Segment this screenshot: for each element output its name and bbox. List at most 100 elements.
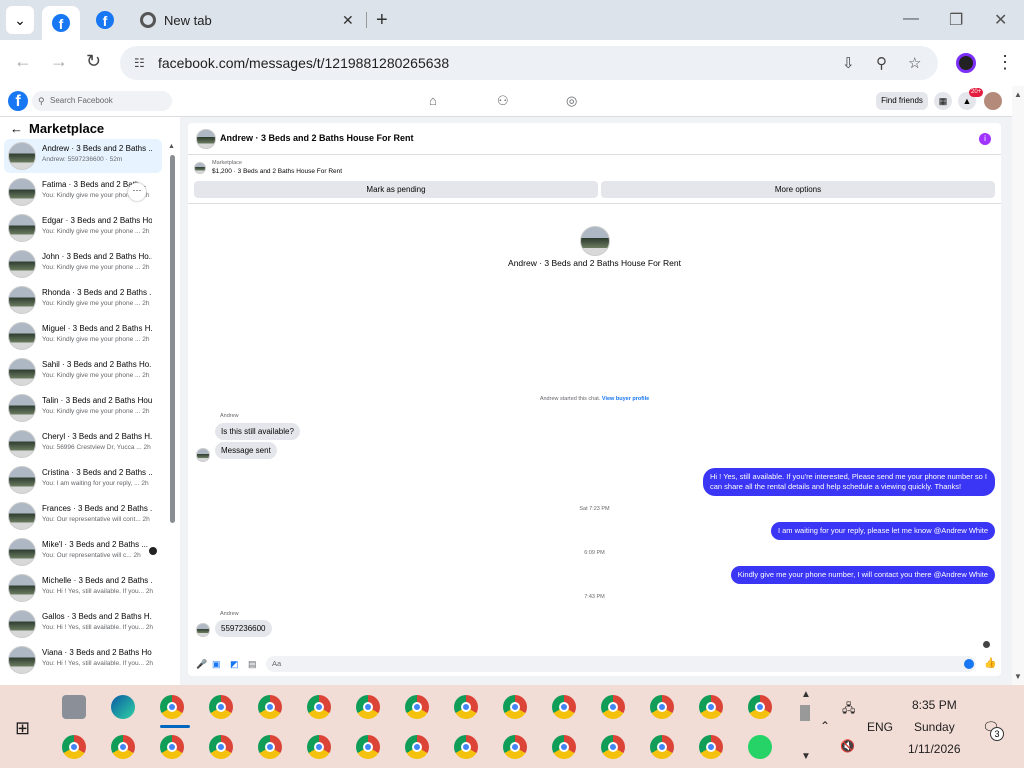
chrome-app-icon[interactable] [307,735,331,759]
clock-time[interactable]: 8:35 PM [912,698,957,712]
chrome-app-icon[interactable] [503,735,527,759]
site-info-icon[interactable]: ☷ [134,56,145,70]
conversation-list-item[interactable]: Frances · 3 Beds and 2 Baths ... You: Our… [4,499,162,533]
message-input[interactable]: Aa [266,656,976,672]
sender-avatar[interactable] [196,448,210,462]
restore-button[interactable]: ❐ [949,10,963,30]
language-indicator[interactable]: ENG [867,720,893,734]
new-tab-button[interactable]: + [376,9,388,32]
microphone-icon[interactable]: 🎤 [196,659,207,670]
chrome-app-icon[interactable] [454,695,478,719]
friends-icon[interactable]: ⚇ [497,93,509,109]
outgoing-message[interactable]: Kindly give me your phone number, I will… [730,566,995,584]
conversation-list-item[interactable]: Talin · 3 Beds and 2 Baths Hou... You: Ki… [4,391,162,425]
chrome-app-icon[interactable] [405,735,429,759]
conversation-list-item[interactable]: Fatima · 3 Beds and 2 Bath... You: Kindly… [4,175,162,209]
groups-icon[interactable]: ◎ [566,93,577,109]
conversation-list-item[interactable]: Edgar · 3 Beds and 2 Baths Ho... You: Kin… [4,211,162,245]
incoming-message[interactable]: Is this still available? [215,423,300,440]
chrome-app-icon[interactable] [307,695,331,719]
zoom-icon[interactable]: ⚲ [876,54,887,72]
outgoing-message[interactable]: I am waiting for your reply, please let … [770,522,995,540]
chrome-app-icon[interactable] [160,735,184,759]
back-arrow-icon[interactable]: ← [10,121,23,136]
conversation-list-item[interactable]: Miguel · 3 Beds and 2 Baths H... You: Kin… [4,319,162,353]
scroll-up-icon[interactable]: ▲ [168,143,175,150]
chevron-down-icon[interactable]: ▼ [801,751,811,762]
mark-as-pending-button[interactable]: Mark as pending [194,181,598,198]
incoming-message[interactable]: Message sent [215,442,277,459]
chrome-app-icon[interactable] [650,695,674,719]
like-thumb-icon[interactable]: 👍 [984,658,996,669]
sticker-icon[interactable]: ◩ [230,659,239,670]
edge-browser-icon[interactable] [111,695,135,719]
chat-title[interactable]: Andrew · 3 Beds and 2 Baths House For Re… [220,133,414,143]
back-button[interactable]: ← [14,51,32,72]
minimize-button[interactable]: — [903,10,919,28]
chrome-app-icon[interactable] [62,735,86,759]
page-scrollbar[interactable]: ▲ ▼ [1012,86,1024,685]
show-hidden-icons-chevron-icon[interactable]: ⌃ [820,719,830,733]
whatsapp-icon[interactable] [748,735,772,759]
more-options-icon[interactable]: ··· [128,183,146,201]
scroll-down-icon[interactable]: ▼ [1014,672,1022,681]
conversation-list-item[interactable]: Gallos · 3 Beds and 2 Baths H... You: Hi … [4,607,162,641]
tab-new-tab[interactable]: New tab [140,4,340,36]
find-friends-button[interactable]: Find friends [876,92,928,110]
file-explorer-icon[interactable] [62,695,86,719]
scroll-up-icon[interactable]: ▲ [1014,90,1022,99]
menu-grid-icon[interactable]: ▦ [934,92,952,110]
close-tab-icon[interactable]: ✕ [342,12,354,29]
chrome-menu-icon[interactable]: ⋮ [996,52,1014,73]
chrome-app-icon[interactable] [111,735,135,759]
taskbar-scrollbar[interactable]: ▲ ▼ [796,685,814,768]
chrome-app-icon[interactable] [209,695,233,719]
chrome-app-icon[interactable] [160,695,184,719]
photo-icon[interactable]: ▣ [212,659,221,670]
conversation-list-item[interactable]: Cheryl · 3 Beds and 2 Baths H... You: 569… [4,427,162,461]
conversation-list-item[interactable]: Michelle · 3 Beds and 2 Baths ... You: Hi… [4,571,162,605]
chrome-app-icon[interactable] [748,695,772,719]
chevron-up-icon[interactable]: ▲ [801,689,811,700]
outgoing-message[interactable]: Hi ! Yes, still available. If you're int… [703,468,995,496]
chrome-app-icon[interactable] [405,695,429,719]
chrome-app-icon[interactable] [601,695,625,719]
account-avatar[interactable] [984,92,1002,110]
windows-start-icon[interactable]: ⊞ [15,718,30,739]
chrome-app-icon[interactable] [552,735,576,759]
listing-thumbnail[interactable] [194,162,206,174]
speaker-muted-icon[interactable]: 🔇 [840,739,855,753]
conversation-list-item[interactable]: Mike'l · 3 Beds and 2 Baths ... You: Our … [4,535,162,569]
tab-facebook[interactable]: f [96,4,116,36]
home-icon[interactable]: ⌂ [429,93,437,108]
address-bar[interactable]: ☷ facebook.com/messages/t/12198812802656… [120,46,938,80]
more-options-button[interactable]: More options [601,181,995,198]
view-buyer-profile-link[interactable]: View buyer profile [602,396,649,402]
chrome-app-icon[interactable] [650,735,674,759]
chrome-app-icon[interactable] [454,735,478,759]
incoming-message[interactable]: 5597236600 [215,620,272,637]
chrome-app-icon[interactable] [699,695,723,719]
close-window-button[interactable]: ✕ [994,10,1007,30]
profile-avatar[interactable] [956,53,976,73]
chat-avatar[interactable] [196,129,216,149]
chrome-app-icon[interactable] [356,735,380,759]
chrome-app-icon[interactable] [552,695,576,719]
chrome-app-icon[interactable] [356,695,380,719]
chrome-app-icon[interactable] [258,735,282,759]
conversation-list-item[interactable]: Andrew · 3 Beds and 2 Baths ... Andrew: 5… [4,139,162,173]
conversation-list-item[interactable]: John · 3 Beds and 2 Baths Ho... You: Kind… [4,247,162,281]
conversation-list-item[interactable]: Rhonda · 3 Beds and 2 Baths ... You: Kind… [4,283,162,317]
tab-facebook-active[interactable]: f [42,6,80,40]
scrollbar-thumb[interactable] [800,705,810,721]
chrome-app-icon[interactable] [209,735,233,759]
facebook-search-input[interactable]: ⚲ Search Facebook [32,91,172,111]
sender-avatar[interactable] [196,623,210,637]
reload-button[interactable]: ↻ [86,51,101,72]
chrome-app-icon[interactable] [258,695,282,719]
gif-icon[interactable]: ▤ [248,659,257,670]
chrome-app-icon[interactable] [699,735,723,759]
info-icon[interactable]: i [979,133,991,145]
conversation-list-item[interactable]: Viana · 3 Beds and 2 Baths Ho... You: Hi … [4,643,162,677]
network-icon[interactable]: 🖧 [842,699,855,720]
